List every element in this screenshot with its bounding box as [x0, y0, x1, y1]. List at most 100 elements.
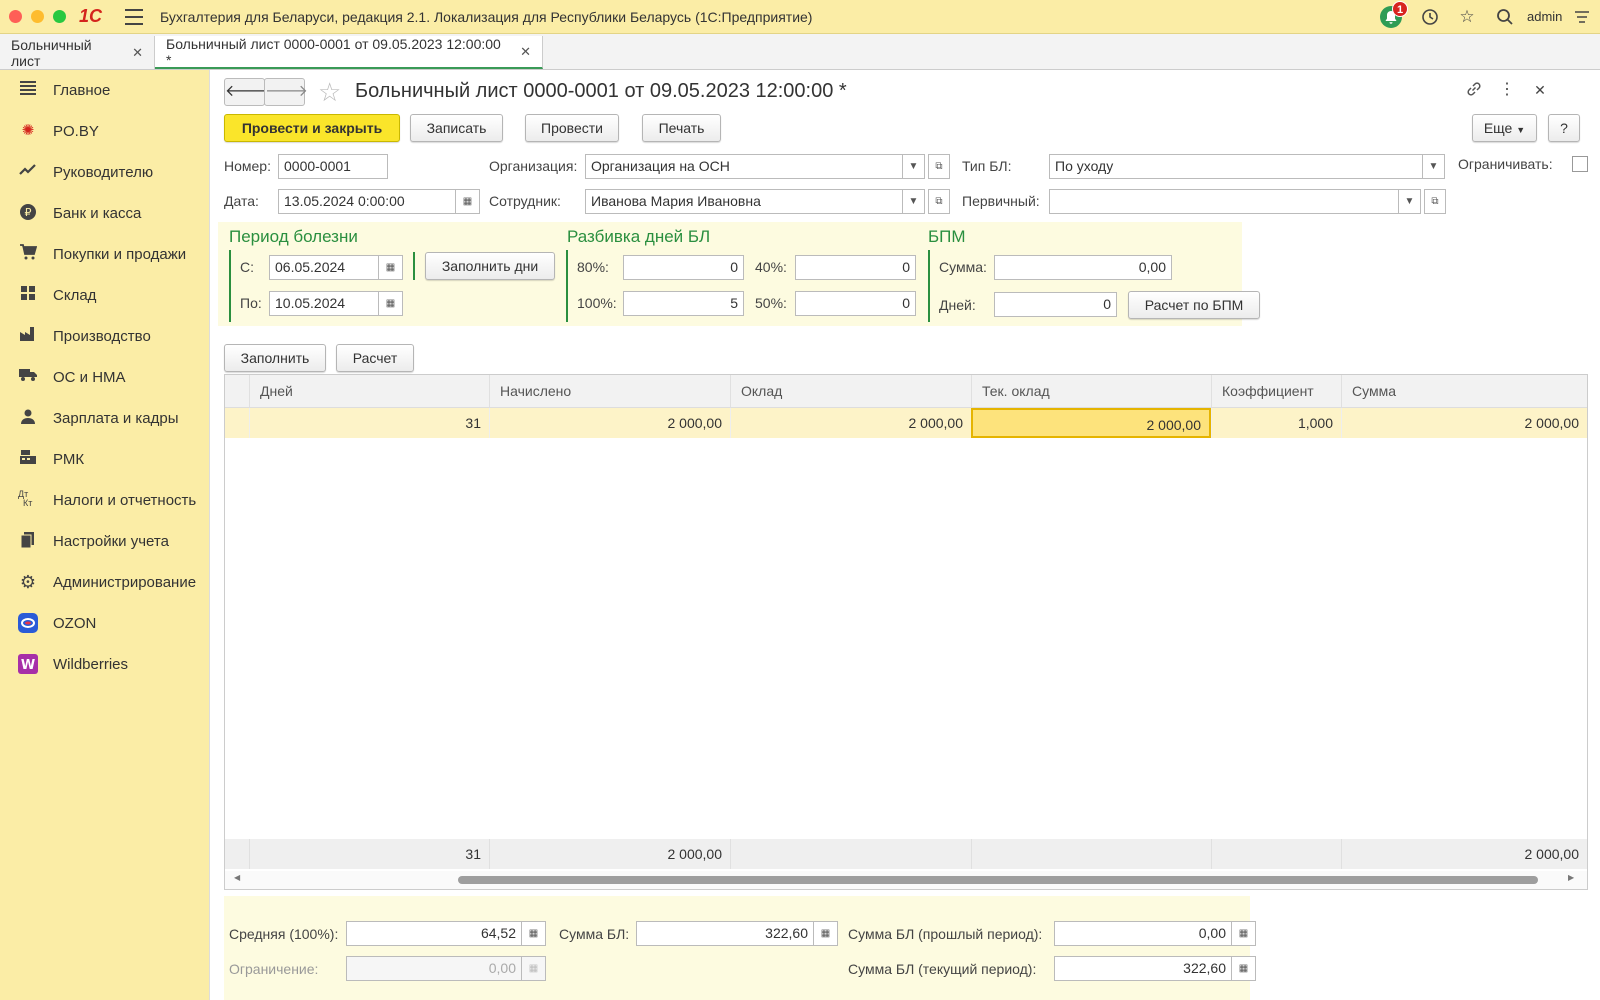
print-button[interactable]: Печать: [642, 114, 721, 142]
minimize-window-button[interactable]: [31, 10, 44, 23]
chevron-down-icon[interactable]: ▼: [1423, 154, 1445, 179]
sidebar-item-production[interactable]: Производство: [0, 316, 210, 356]
sidebar-item-wildberries[interactable]: W Wildberries: [0, 644, 210, 684]
column-header-coefficient[interactable]: Коэффициент: [1211, 375, 1341, 408]
column-header-days[interactable]: Дней: [249, 375, 489, 408]
tab-sick-leave-document[interactable]: Больничный лист 0000-0001 от 09.05.2023 …: [155, 36, 543, 69]
split-80-field[interactable]: 0: [623, 255, 744, 280]
previous-period-sum-field[interactable]: 0,00: [1054, 921, 1232, 946]
cell-sum[interactable]: 2 000,00: [1341, 408, 1587, 438]
sidebar-item-manager[interactable]: Руководителю: [0, 152, 210, 192]
svg-text:W: W: [21, 658, 35, 673]
column-header-sum[interactable]: Сумма: [1341, 375, 1587, 408]
current-period-sum-field[interactable]: 322,60: [1054, 956, 1232, 981]
sidebar-item-taxes[interactable]: Дт Кт Налоги и отчетность: [0, 480, 210, 520]
column-header-current-salary[interactable]: Тек. оклад: [971, 375, 1211, 408]
scroll-left-icon[interactable]: ◀: [234, 873, 240, 882]
calc-table-button[interactable]: Расчет: [336, 344, 414, 372]
calculator-icon[interactable]: ▦: [522, 921, 546, 946]
cell-current-salary[interactable]: 2 000,00: [971, 408, 1211, 438]
bpm-calc-button[interactable]: Расчет по БПМ: [1128, 291, 1260, 319]
calculator-icon[interactable]: ▦: [1232, 956, 1256, 981]
more-actions-icon[interactable]: ⋮: [1497, 80, 1517, 100]
sidebar-item-ozon[interactable]: OZON: [0, 603, 210, 643]
sidebar-item-fixed-assets[interactable]: ОС и НМА: [0, 357, 210, 397]
favorite-star-icon[interactable]: ☆: [318, 77, 341, 108]
column-header-salary[interactable]: Оклад: [730, 375, 971, 408]
calculator-icon[interactable]: ▦: [814, 921, 838, 946]
post-button[interactable]: Провести: [525, 114, 619, 142]
sidebar-item-accounting-settings[interactable]: Настройки учета: [0, 521, 210, 561]
sidebar-item-label: Склад: [53, 286, 97, 304]
sidebar-item-bank[interactable]: ₽ Банк и касса: [0, 193, 210, 233]
close-window-button[interactable]: [9, 10, 22, 23]
save-button[interactable]: Записать: [410, 114, 503, 142]
organization-field[interactable]: Организация на ОСН: [585, 154, 903, 179]
settings-menu-icon[interactable]: [1572, 7, 1592, 27]
calendar-icon[interactable]: ▦: [379, 255, 403, 280]
bpm-sum-field[interactable]: 0,00: [994, 255, 1172, 280]
sidebar-item-warehouse[interactable]: Склад: [0, 275, 210, 315]
post-and-close-button[interactable]: Провести и закрыть: [224, 114, 400, 142]
horizontal-scrollbar[interactable]: ◀ ▶: [225, 871, 1587, 889]
help-button[interactable]: ?: [1548, 114, 1580, 142]
totals-panel: [224, 896, 1250, 1000]
open-organization-icon[interactable]: ⧉: [928, 154, 950, 179]
more-menu-label: Еще: [1483, 120, 1513, 136]
limit-checkbox[interactable]: [1572, 156, 1588, 172]
split-50-field[interactable]: 0: [795, 291, 916, 316]
open-primary-icon[interactable]: ⧉: [1424, 189, 1446, 214]
fill-days-button[interactable]: Заполнить дни: [425, 252, 555, 280]
sick-leave-sum-field[interactable]: 322,60: [636, 921, 814, 946]
calendar-icon[interactable]: ▦: [379, 291, 403, 316]
close-icon[interactable]: ✕: [520, 44, 531, 60]
primary-field[interactable]: [1049, 189, 1399, 214]
sick-leave-type-field[interactable]: По уходу: [1049, 154, 1423, 179]
date-field[interactable]: 13.05.2024 0:00:00: [278, 189, 456, 214]
cell-accrued[interactable]: 2 000,00: [489, 408, 730, 438]
forward-button[interactable]: 🡒: [264, 78, 308, 106]
cell-coefficient[interactable]: 1,000: [1211, 408, 1341, 438]
sidebar-item-rmk[interactable]: РМК: [0, 439, 210, 479]
main-menu-icon[interactable]: [125, 9, 143, 25]
chevron-down-icon[interactable]: ▼: [903, 189, 925, 214]
cell-salary[interactable]: 2 000,00: [730, 408, 971, 438]
tab-sick-leave-list[interactable]: Больничный лист ✕: [0, 36, 155, 69]
scrollbar-thumb[interactable]: [458, 876, 1538, 884]
cell-days[interactable]: 31: [249, 408, 489, 438]
documents-icon: [18, 531, 38, 551]
sidebar-item-salary-hr[interactable]: Зарплата и кадры: [0, 398, 210, 438]
sidebar-item-purchases-sales[interactable]: Покупки и продажи: [0, 234, 210, 274]
average-field[interactable]: 64,52: [346, 921, 522, 946]
favorites-star-icon[interactable]: ☆: [1457, 7, 1477, 27]
table-header-marker: [225, 375, 249, 408]
open-employee-icon[interactable]: ⧉: [928, 189, 950, 214]
sidebar-item-main[interactable]: Главное: [0, 70, 210, 110]
close-icon[interactable]: ✕: [1530, 80, 1550, 100]
more-menu-button[interactable]: Еще ▼: [1472, 114, 1537, 142]
employee-field[interactable]: Иванова Мария Ивановна: [585, 189, 903, 214]
back-button[interactable]: 🡐: [224, 78, 268, 106]
column-header-accrued[interactable]: Начислено: [489, 375, 730, 408]
illness-from-field[interactable]: 06.05.2024: [269, 255, 379, 280]
sidebar-item-administration[interactable]: ⚙ Администрирование: [0, 562, 210, 602]
search-icon[interactable]: [1495, 7, 1515, 27]
calculator-icon[interactable]: ▦: [1232, 921, 1256, 946]
number-field[interactable]: 0000-0001: [278, 154, 388, 179]
chevron-down-icon[interactable]: ▼: [1399, 189, 1421, 214]
chevron-down-icon[interactable]: ▼: [903, 154, 925, 179]
illness-to-field[interactable]: 10.05.2024: [269, 291, 379, 316]
sidebar-item-po-by[interactable]: ✺ PO.BY: [0, 111, 210, 151]
link-icon[interactable]: [1464, 80, 1484, 100]
ozon-logo-icon: [18, 613, 38, 633]
history-icon[interactable]: [1420, 7, 1440, 27]
close-icon[interactable]: ✕: [132, 45, 143, 61]
bpm-days-field[interactable]: 0: [994, 292, 1117, 317]
current-user[interactable]: admin: [1527, 9, 1562, 24]
fill-table-button[interactable]: Заполнить: [224, 344, 326, 372]
split-100-field[interactable]: 5: [623, 291, 744, 316]
calendar-icon[interactable]: ▦: [456, 189, 480, 214]
split-40-field[interactable]: 0: [795, 255, 916, 280]
maximize-window-button[interactable]: [53, 10, 66, 23]
scroll-right-icon[interactable]: ▶: [1568, 873, 1574, 882]
